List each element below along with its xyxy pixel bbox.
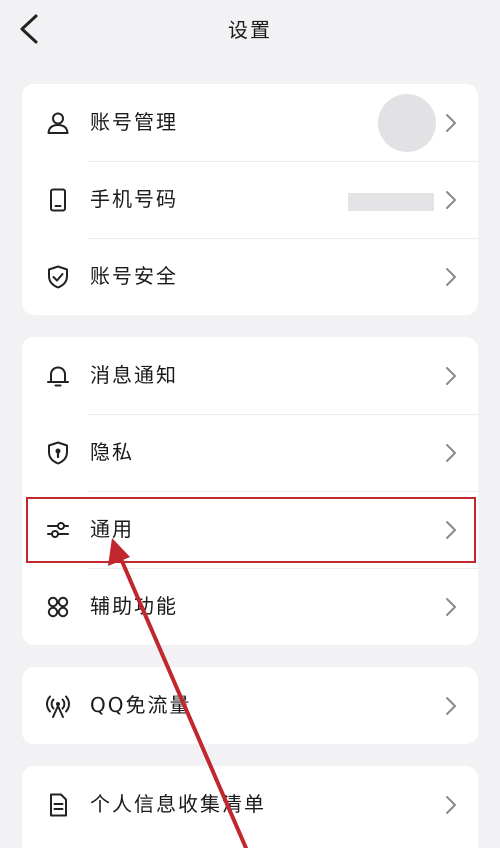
chevron-right-icon	[444, 188, 458, 212]
general-group: 消息通知 隐私 通用 辅助功能	[22, 337, 478, 645]
settings-item-label: 手机号码	[90, 187, 178, 211]
chevron-right-icon	[444, 364, 458, 388]
sliders-icon	[45, 517, 71, 543]
settings-item-general[interactable]: 通用	[22, 491, 478, 568]
chevron-right-icon	[444, 265, 458, 289]
phone-number-value	[348, 193, 434, 211]
settings-item-label: 账号管理	[90, 110, 178, 134]
chevron-right-icon	[444, 595, 458, 619]
account-group: 账号管理 手机号码 账号安全	[22, 84, 478, 315]
settings-item-phone-number[interactable]: 手机号码	[22, 161, 478, 238]
chevron-right-icon	[444, 694, 458, 718]
settings-item-label: QQ免流量	[90, 693, 192, 717]
settings-item-personal-info-list[interactable]: 个人信息收集清单	[22, 766, 478, 843]
shield-lock-icon	[45, 440, 71, 466]
chevron-right-icon	[444, 793, 458, 817]
bell-icon	[45, 363, 71, 389]
settings-item-accessibility[interactable]: 辅助功能	[22, 568, 478, 645]
settings-item-label: 隐私	[90, 440, 134, 464]
header-bar: 设置	[0, 0, 500, 56]
settings-item-privacy[interactable]: 隐私	[22, 414, 478, 491]
data-group: QQ免流量	[22, 667, 478, 744]
person-icon	[45, 110, 71, 136]
settings-item-account-management[interactable]: 账号管理	[22, 84, 478, 161]
settings-item-notifications[interactable]: 消息通知	[22, 337, 478, 414]
grid-icon	[45, 594, 71, 620]
signal-tower-icon	[45, 693, 71, 719]
settings-item-label: 辅助功能	[90, 594, 178, 618]
document-icon	[45, 792, 71, 818]
chevron-right-icon	[444, 441, 458, 465]
avatar	[378, 94, 436, 152]
settings-item-qq-free-data[interactable]: QQ免流量	[22, 667, 478, 744]
page-title: 设置	[228, 18, 272, 42]
settings-item-label: 消息通知	[90, 363, 178, 387]
settings-item-label: 个人信息收集清单	[90, 792, 266, 816]
settings-item-label: 通用	[90, 517, 134, 541]
phone-icon	[45, 187, 71, 213]
shield-check-icon	[45, 264, 71, 290]
info-group: 个人信息收集清单	[22, 766, 478, 848]
settings-item-label: 账号安全	[90, 264, 178, 288]
chevron-right-icon	[444, 518, 458, 542]
settings-item-account-security[interactable]: 账号安全	[22, 238, 478, 315]
chevron-right-icon	[444, 111, 458, 135]
